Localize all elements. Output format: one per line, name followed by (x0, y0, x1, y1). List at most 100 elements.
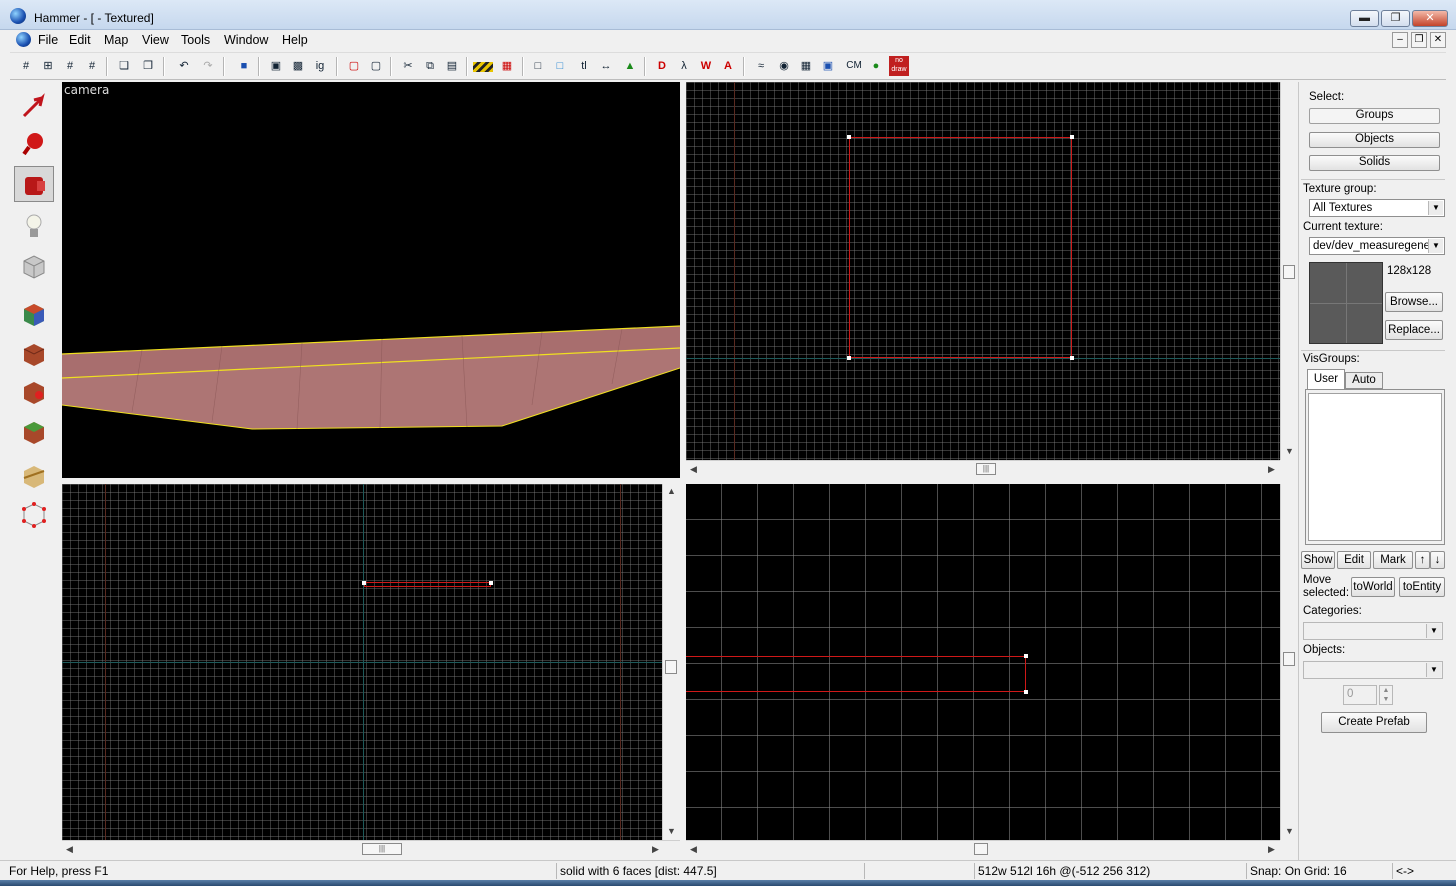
selected-brush-outline[interactable] (686, 656, 1026, 692)
side-viewport-hscrollbar[interactable]: ◀ ▶ (686, 840, 1280, 857)
selected-brush-outline[interactable] (364, 582, 491, 587)
resize-handle[interactable] (847, 135, 851, 139)
move-to-world-icon[interactable]: ▢ (366, 56, 386, 76)
grid-3d-icon[interactable]: ⊞ (38, 56, 58, 76)
hide-selected-icon[interactable]: ▣ (266, 56, 286, 76)
grid-larger-icon[interactable]: # (82, 56, 102, 76)
camera-viewport[interactable]: camera (62, 82, 680, 478)
move-up-arrow-icon[interactable]: ↑ (1415, 551, 1430, 569)
scroll-thumb[interactable] (665, 660, 677, 674)
ungroup-icon[interactable]: ❐ (138, 56, 158, 76)
replace-button[interactable]: Replace... (1385, 320, 1443, 340)
menu-tools[interactable]: Tools (181, 33, 210, 47)
front-viewport-vscrollbar[interactable]: ▲ ▼ (662, 484, 679, 840)
menu-help[interactable]: Help (282, 33, 308, 47)
toggle-helpers-icon[interactable]: ▦ (497, 56, 517, 76)
cubemap-icon[interactable]: CM (842, 56, 866, 76)
apply-texture-tool[interactable] (14, 336, 54, 372)
tab-user[interactable]: User (1307, 369, 1345, 389)
move-down-arrow-icon[interactable]: ↓ (1430, 551, 1445, 569)
scroll-thumb[interactable]: ||| (976, 463, 996, 475)
scroll-down-arrow-icon[interactable]: ▼ (1285, 826, 1294, 836)
top-viewport-hscrollbar[interactable]: ◀ ||| ▶ (686, 460, 1280, 477)
select-solids-button[interactable]: Solids (1309, 155, 1440, 171)
tie-to-entity-icon[interactable]: ▢ (344, 56, 364, 76)
texture-preview[interactable] (1309, 262, 1383, 344)
overlay-tool[interactable] (14, 414, 54, 450)
create-prefab-button[interactable]: Create Prefab (1321, 712, 1427, 733)
group-icon[interactable]: ❏ (114, 56, 134, 76)
prefab-count-spinner[interactable]: ▲ ▼ (1379, 685, 1393, 705)
scroll-right-arrow-icon[interactable]: ▶ (1268, 464, 1275, 475)
resize-handle[interactable] (1024, 690, 1028, 694)
sprinkle-icon[interactable]: ≈ (751, 56, 771, 76)
magnify-tool[interactable] (14, 126, 54, 162)
to-entity-button[interactable]: toEntity (1399, 577, 1445, 597)
visgroup-mark-button[interactable]: Mark (1373, 551, 1413, 569)
vertex-tool[interactable] (14, 496, 54, 532)
mdi-restore-button[interactable]: ❐ (1411, 32, 1427, 48)
select-by-handles-icon[interactable]: □ (550, 56, 570, 76)
scroll-left-arrow-icon[interactable]: ◀ (66, 844, 73, 855)
decal-tool[interactable] (14, 374, 54, 410)
to-world-button[interactable]: toWorld (1351, 577, 1395, 597)
copy-icon[interactable]: ⧉ (420, 56, 440, 76)
select-groups-button[interactable]: Groups (1309, 108, 1440, 124)
scroll-down-arrow-icon[interactable]: ▼ (667, 826, 676, 836)
undo-icon[interactable]: ↶ (174, 56, 194, 76)
entity-tool[interactable] (14, 208, 54, 244)
resize-handle[interactable] (1024, 654, 1028, 658)
mdi-close-button[interactable]: ✕ (1430, 32, 1446, 48)
toggle-node-icon[interactable]: λ (674, 56, 694, 76)
front-viewport-hscrollbar[interactable]: ◀ ||| ▶ (62, 840, 680, 857)
sphere-icon[interactable]: ◉ (774, 56, 794, 76)
top-viewport-vscrollbar[interactable]: ▼ (1280, 82, 1297, 460)
ignore-groups-icon[interactable]: ig (310, 56, 330, 76)
scroll-left-arrow-icon[interactable]: ◀ (690, 844, 697, 855)
resize-handle[interactable] (1070, 135, 1074, 139)
scroll-left-arrow-icon[interactable]: ◀ (690, 464, 697, 475)
camera-tool[interactable] (14, 166, 54, 202)
visgroup-show-button[interactable]: Show (1301, 551, 1335, 569)
resize-handle[interactable] (362, 581, 366, 585)
selection-tool[interactable] (14, 88, 54, 124)
scroll-down-arrow-icon[interactable]: ▼ (1285, 446, 1294, 456)
toggle-area-icon[interactable]: A (718, 56, 738, 76)
visgroup-edit-button[interactable]: Edit (1337, 551, 1371, 569)
carve-icon[interactable]: ■ (234, 56, 254, 76)
scroll-thumb[interactable] (1283, 652, 1295, 666)
toggle-world-icon[interactable]: W (696, 56, 716, 76)
scroll-thumb[interactable] (1283, 265, 1295, 279)
mdi-minimize-button[interactable]: – (1392, 32, 1408, 48)
scroll-thumb[interactable]: ||| (362, 843, 402, 855)
selection-bounds-icon[interactable]: □ (528, 56, 548, 76)
scroll-right-arrow-icon[interactable]: ▶ (652, 844, 659, 855)
grid-smaller-icon[interactable]: # (60, 56, 80, 76)
block-tool[interactable] (14, 248, 54, 284)
toggle-models-icon[interactable] (473, 62, 493, 72)
current-texture-dropdown[interactable]: dev/dev_measuregene ▼ (1309, 237, 1445, 255)
show-hidden-icon[interactable]: ▩ (288, 56, 308, 76)
cut-icon[interactable]: ✂ (398, 56, 418, 76)
side-2d-viewport[interactable] (686, 484, 1280, 840)
redo-icon[interactable]: ↷ (198, 56, 218, 76)
texture-group-dropdown[interactable]: All Textures ▼ (1309, 199, 1445, 217)
menu-edit[interactable]: Edit (69, 33, 91, 47)
close-button[interactable]: ✕ (1412, 10, 1448, 27)
layers-icon[interactable]: ▣ (818, 56, 838, 76)
menu-map[interactable]: Map (104, 33, 128, 47)
front-2d-viewport[interactable] (62, 484, 662, 840)
resize-handle[interactable] (847, 356, 851, 360)
paste-icon[interactable]: ▤ (442, 56, 462, 76)
leaf-icon[interactable]: ● (866, 56, 886, 76)
side-viewport-vscrollbar[interactable]: ▼ (1280, 484, 1297, 840)
texture-lock-icon[interactable]: tl (574, 56, 594, 76)
texture-scale-lock-icon[interactable]: ↔ (596, 56, 616, 76)
visgroups-list[interactable] (1308, 393, 1442, 541)
objects-dropdown[interactable]: ▼ (1303, 661, 1443, 679)
tab-auto[interactable]: Auto (1345, 372, 1383, 389)
menu-window[interactable]: Window (224, 33, 268, 47)
menu-file[interactable]: File (38, 33, 58, 47)
toggle-texture-tool[interactable] (14, 296, 54, 332)
toggle-group-icon[interactable]: D (652, 56, 672, 76)
